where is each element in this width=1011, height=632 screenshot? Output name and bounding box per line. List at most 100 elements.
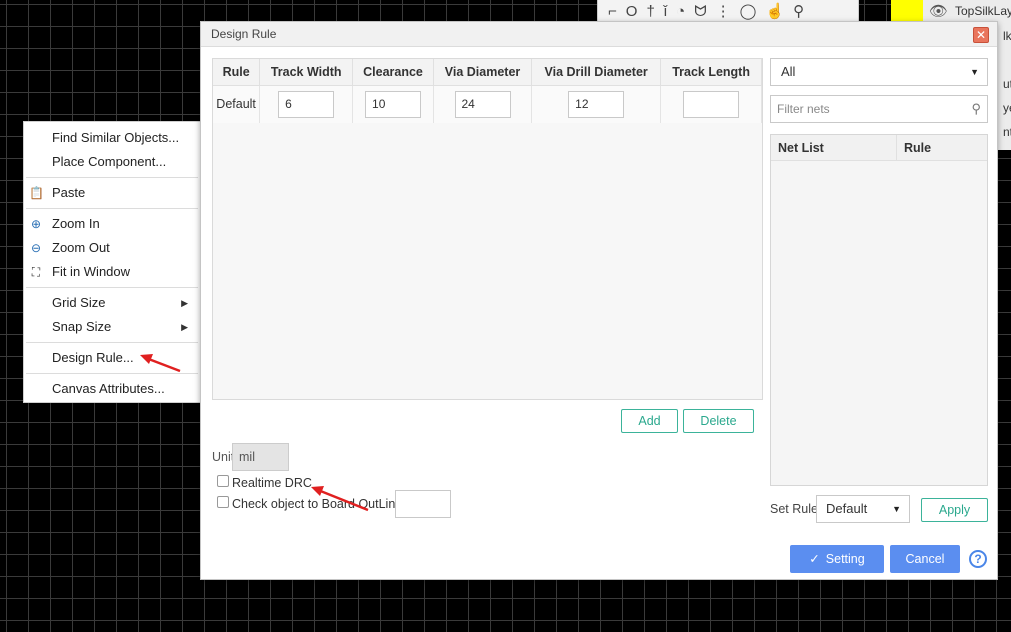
menu-item-label: Design Rule... <box>52 350 134 365</box>
pin-tool-icon[interactable]: † <box>646 2 654 22</box>
menu-item-label: Canvas Attributes... <box>52 381 165 396</box>
menu-item-label: Snap Size <box>52 319 112 334</box>
menu-fit-in-window[interactable]: ⛶ Fit in Window <box>24 260 200 284</box>
menu-zoom-in[interactable]: ⊕ Zoom In <box>24 212 200 236</box>
unit-label: Unit <box>212 450 235 464</box>
column-header-net-list: Net List <box>771 135 897 160</box>
column-header-via-diameter: Via Diameter <box>433 59 533 86</box>
layer-name-top-silk[interactable]: TopSilkLay <box>955 4 1011 18</box>
table-row[interactable]: Default <box>213 85 762 123</box>
column-header-via-drill-diameter: Via Drill Diameter <box>531 59 662 86</box>
menu-place-component[interactable]: Place Component... <box>24 150 200 174</box>
menu-item-label: Place Component... <box>52 154 167 169</box>
check-icon: ✓ <box>809 552 820 566</box>
set-rule-label: Set Rule <box>770 502 818 516</box>
sector-icon[interactable]: ◔ <box>676 2 685 22</box>
eye-icon[interactable]: 👁 <box>929 2 948 20</box>
layer-name-fragment: ye <box>1003 101 1011 115</box>
column-header-track-length: Track Length <box>660 59 762 86</box>
delete-button[interactable]: Delete <box>683 409 754 433</box>
chevron-down-icon: ▼ <box>970 67 979 77</box>
search-icon: ⚲ <box>971 101 981 116</box>
set-rule-select[interactable]: Default ▼ <box>816 495 910 523</box>
menu-find-similar-objects[interactable]: Find Similar Objects... <box>24 126 200 150</box>
cancel-button[interactable]: Cancel <box>890 545 960 573</box>
check-outline-checkbox[interactable] <box>217 496 229 508</box>
menu-separator <box>26 342 198 343</box>
via-diameter-input[interactable] <box>454 90 511 118</box>
table-cell <box>433 85 533 123</box>
select-value: All <box>781 64 796 79</box>
context-menu: Find Similar Objects... Place Component.… <box>23 121 201 403</box>
table-cell <box>660 85 762 123</box>
circle-icon[interactable]: ◯ <box>740 2 757 22</box>
rule-name-cell: Default <box>213 85 261 123</box>
zoom-in-icon: ⊕ <box>30 217 42 231</box>
column-header-clearance: Clearance <box>352 59 434 86</box>
chevron-down-icon: ▼ <box>892 504 901 514</box>
menu-item-label: Zoom Out <box>52 240 110 255</box>
chevron-right-icon: ▶ <box>181 298 188 308</box>
layer-name-fragment: utli <box>1003 77 1011 91</box>
filter-nets-input[interactable]: Filter nets ⚲ <box>770 95 988 123</box>
menu-paste[interactable]: 📋 Paste <box>24 181 200 205</box>
via-tool-icon[interactable]: ǐ <box>664 2 667 22</box>
pad-icon[interactable]: ᗢ <box>694 2 706 22</box>
arc-tool-icon[interactable]: Ο <box>626 2 638 22</box>
column-header-track-width: Track Width <box>259 59 354 86</box>
add-button[interactable]: Add <box>621 409 678 433</box>
menu-item-label: Grid Size <box>52 295 106 310</box>
via-drill-diameter-input[interactable] <box>568 90 625 118</box>
menu-snap-size[interactable]: Snap Size ▶ <box>24 315 200 339</box>
realtime-drc-checkbox[interactable] <box>217 475 229 487</box>
menu-separator <box>26 287 198 288</box>
apply-button[interactable]: Apply <box>921 498 988 522</box>
table-cell <box>352 85 434 123</box>
check-outline-label: Check object to Board OutLine <box>232 497 403 511</box>
outline-input[interactable] <box>395 490 451 518</box>
top-toolbar: ⌐ Ο † ǐ ◔ ᗢ ⋮ ◯ ☝ ⚲ <box>597 0 859 22</box>
menu-item-label: Zoom In <box>52 216 100 231</box>
filter-placeholder: Filter nets <box>777 102 830 116</box>
menu-zoom-out[interactable]: ⊖ Zoom Out <box>24 236 200 260</box>
net-list-table: Net List Rule <box>770 134 988 486</box>
paste-icon: 📋 <box>29 186 44 200</box>
menu-design-rule[interactable]: Design Rule... <box>24 346 200 370</box>
clearance-input[interactable] <box>365 90 422 118</box>
net-list-header: Net List Rule <box>771 135 987 161</box>
design-rule-dialog: Design Rule ✕ Rule Track Width Clearance… <box>200 21 998 580</box>
wire-tool-icon[interactable]: ⌐ <box>608 2 617 22</box>
menu-item-label: Fit in Window <box>52 264 131 279</box>
track-length-input[interactable] <box>683 90 740 118</box>
menu-separator <box>26 177 198 178</box>
hand-icon[interactable]: ☝ <box>765 2 784 22</box>
rule-table-area: Rule Track Width Clearance Via Diameter … <box>212 58 763 400</box>
unit-field: mil <box>232 443 289 471</box>
rule-table: Rule Track Width Clearance Via Diameter … <box>213 59 762 123</box>
column-header-rule: Rule <box>213 59 261 86</box>
menu-canvas-attributes[interactable]: Canvas Attributes... <box>24 377 200 401</box>
net-filter-select[interactable]: All ▼ <box>770 58 988 86</box>
menu-item-label: Paste <box>52 185 86 200</box>
zoom-out-icon: ⊖ <box>30 241 42 255</box>
zoom-icon[interactable]: ⚲ <box>793 2 804 22</box>
column-header-rule: Rule <box>904 141 932 155</box>
fit-window-icon: ⛶ <box>31 265 41 279</box>
layer-color-swatch[interactable] <box>891 0 923 22</box>
help-icon[interactable]: ? <box>969 550 987 568</box>
close-icon[interactable]: ✕ <box>973 27 989 43</box>
setting-button[interactable]: ✓ Setting <box>790 545 884 573</box>
layer-name-fragment: nt <box>1003 125 1011 139</box>
menu-separator <box>26 373 198 374</box>
chevron-right-icon: ▶ <box>181 322 188 332</box>
menu-item-label: Find Similar Objects... <box>52 130 180 145</box>
hole-icon[interactable]: ⋮ <box>716 2 731 22</box>
button-label: Setting <box>825 552 865 566</box>
layer-name-fragment: lk <box>1003 29 1011 43</box>
menu-separator <box>26 208 198 209</box>
menu-grid-size[interactable]: Grid Size ▶ <box>24 291 200 315</box>
select-value: Default <box>826 501 868 516</box>
table-cell <box>531 85 662 123</box>
table-cell <box>259 85 354 123</box>
track-width-input[interactable] <box>278 90 335 118</box>
